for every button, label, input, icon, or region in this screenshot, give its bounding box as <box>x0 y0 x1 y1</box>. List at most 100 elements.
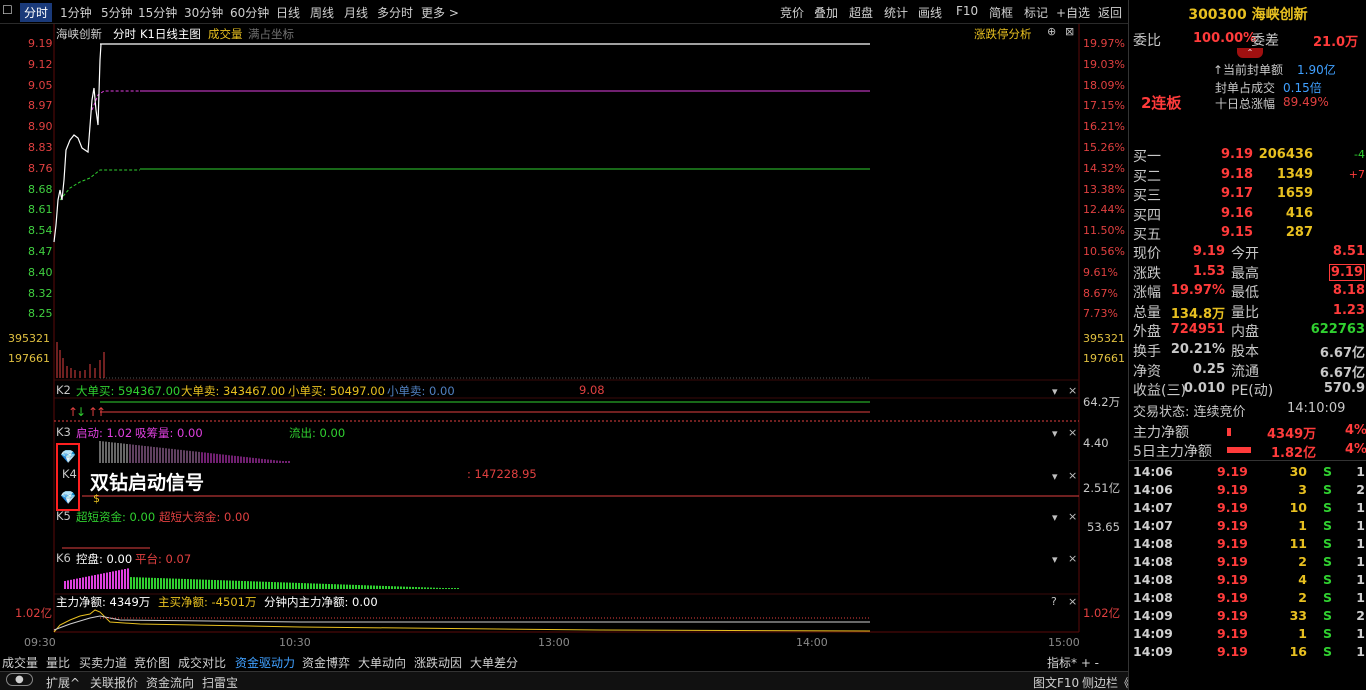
bid-price: 9.17 <box>1221 186 1254 201</box>
net-right-tick: 1.02亿 <box>1083 606 1121 620</box>
quote-value: 20.21% <box>1170 342 1225 357</box>
trade-side: S <box>1323 536 1333 551</box>
bid-row[interactable]: 买三 9.17 1659 <box>1133 185 1365 204</box>
bid-volume: 287 <box>1285 225 1313 240</box>
k6-bar <box>70 579 72 589</box>
trade-row: 14:08 9.19 2 S 1 <box>1133 554 1365 572</box>
tab-capital-game[interactable]: 资金博弈 <box>302 654 350 671</box>
seal-value: 89.49% <box>1283 95 1329 109</box>
quote-label: 总量 <box>1133 304 1161 321</box>
k6-bar <box>151 577 153 589</box>
main-flow-pct: 4% <box>1345 423 1366 438</box>
k6-bar <box>175 578 177 589</box>
weidiff-value: 21.0万 <box>1313 35 1359 50</box>
tab-auction-chart[interactable]: 竞价图 <box>134 654 170 671</box>
tab-capital-drive[interactable]: 资金驱动力 <box>235 654 295 671</box>
k6-bar <box>328 584 330 589</box>
collapse-icon[interactable]: ▾ <box>1052 511 1058 524</box>
bid-volume: 206436 <box>1258 147 1313 162</box>
expand-arrow-icon[interactable]: ⌃ <box>1237 48 1263 58</box>
k6-platform: 平台: 0.07 <box>135 552 192 566</box>
tab-volume-ratio[interactable]: 量比 <box>46 654 70 671</box>
close-icon[interactable]: × <box>1068 469 1077 482</box>
k6-bar <box>421 587 423 589</box>
footer-capital-flow[interactable]: 资金流向 <box>146 674 194 690</box>
k6-bar <box>253 581 255 589</box>
k6-bar <box>130 577 132 589</box>
k6-bar <box>394 586 396 589</box>
bid-change: -4 <box>1354 148 1365 161</box>
close-icon[interactable]: × <box>1068 384 1077 397</box>
indicator-controls[interactable]: 指标* + - <box>1047 654 1099 671</box>
k6-bar <box>346 584 348 589</box>
collapse-icon[interactable]: ▾ <box>1052 427 1058 440</box>
trade-side: S <box>1323 464 1333 479</box>
close-icon[interactable]: × <box>1068 552 1077 565</box>
k2-big-sell: 大单卖: 343467.00 <box>181 384 286 398</box>
bid-row[interactable]: 买二 9.18 1349 +7 <box>1133 166 1365 185</box>
k2-small-buy: 小单买: 50497.00 <box>288 384 385 398</box>
k6-bar <box>448 588 450 589</box>
close-icon[interactable]: × <box>1068 595 1077 608</box>
k6-bar <box>361 585 363 589</box>
k6-bar <box>286 582 288 589</box>
footer-f10-text[interactable]: 图文F10 <box>1033 674 1079 690</box>
trade-row: 14:09 9.19 16 S 1 <box>1133 644 1365 662</box>
quote-value: 6.67亿 <box>1319 365 1365 381</box>
trade-price: 9.19 <box>1217 644 1248 659</box>
quote-value: 134.8万 <box>1170 306 1225 322</box>
tab-rise-fall-cause[interactable]: 涨跌动因 <box>414 654 462 671</box>
trade-status-row: 交易状态: 连续竞价 14:10:09 <box>1133 401 1365 420</box>
bid-row[interactable]: 买四 9.16 416 <box>1133 205 1365 224</box>
quote-label: 换手 <box>1133 344 1161 360</box>
k6-bar <box>391 586 393 589</box>
k6-bar <box>118 570 120 589</box>
tab-big-order-trend[interactable]: 大单动向 <box>358 654 406 671</box>
k6-bar <box>457 588 459 589</box>
footer-mine-sweeper[interactable]: 扫雷宝 <box>202 674 238 690</box>
k2-right-value: 64.2万 <box>1083 395 1121 409</box>
collapse-icon[interactable]: ▾ <box>1052 385 1058 398</box>
trade-count: 1 <box>1356 554 1365 569</box>
k6-bar <box>106 572 108 589</box>
bid-change: +7 <box>1348 167 1365 181</box>
k6-bar <box>157 578 159 589</box>
support-dashed <box>59 169 140 201</box>
bid-row[interactable]: 买一 9.19 206436 -4 <box>1133 146 1365 165</box>
trade-count: 1 <box>1356 626 1365 641</box>
trade-price: 9.19 <box>1217 518 1248 533</box>
quote-value: 0.010 <box>1183 381 1225 397</box>
svg-text:↑: ↑ <box>96 405 106 419</box>
k6-bar <box>250 581 252 589</box>
main-flow-value: 1.82亿 <box>1271 446 1317 461</box>
bid-price: 9.19 <box>1221 147 1254 162</box>
footer-related-quote[interactable]: 关联报价 <box>90 674 138 690</box>
quote-value: 6.67亿 <box>1319 346 1365 361</box>
collapse-icon[interactable]: ▾ <box>1052 553 1058 566</box>
collapse-icon[interactable]: ▾ <box>1052 470 1058 483</box>
k6-bar <box>187 579 189 589</box>
close-icon[interactable]: × <box>1068 510 1077 523</box>
k6-bar <box>292 582 294 589</box>
toggle-switch[interactable]: ● <box>6 673 33 686</box>
trade-side: S <box>1323 590 1333 605</box>
trade-row: 14:06 9.19 3 S 2 <box>1133 482 1365 500</box>
footer-expand[interactable]: 扩展^ <box>46 674 80 690</box>
footer-sidebar[interactable]: 侧边栏《 <box>1082 674 1130 690</box>
tab-volume[interactable]: 成交量 <box>2 654 38 671</box>
quote-value: 622763 <box>1310 322 1365 338</box>
tab-big-order-diff[interactable]: 大单差分 <box>470 654 518 671</box>
trade-time: 14:08 <box>1133 572 1173 587</box>
signal-annotation: 双钻启动信号 <box>90 472 205 494</box>
quote-label: 外盘 <box>1133 324 1161 341</box>
trade-row: 14:06 9.19 30 S 1 <box>1133 464 1365 482</box>
help-icon[interactable]: ? <box>1051 595 1057 608</box>
quote-row: 换手 20.21% 股本 6.67亿 <box>1133 341 1365 361</box>
trade-row: 14:09 9.19 1 S 1 <box>1133 626 1365 644</box>
bid-row[interactable]: 买五 9.15 287 <box>1133 224 1365 243</box>
close-icon[interactable]: × <box>1068 426 1077 439</box>
tab-buy-sell-power[interactable]: 买卖力道 <box>79 654 127 671</box>
tab-trade-compare[interactable]: 成交对比 <box>178 654 226 671</box>
k6-bar <box>85 576 87 589</box>
k6-bar <box>166 578 168 589</box>
